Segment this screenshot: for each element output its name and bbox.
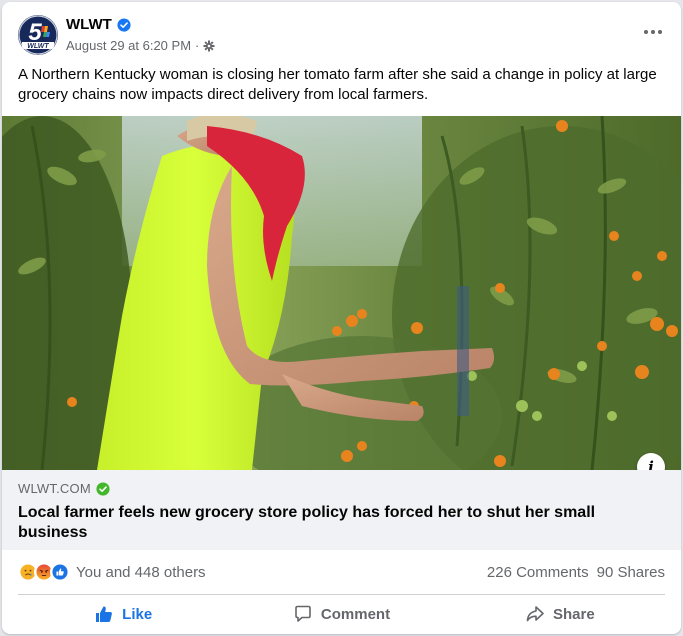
audience-gear-icon[interactable]: [203, 40, 215, 52]
verified-badge-icon: [117, 17, 131, 32]
shares-count[interactable]: 90 Shares: [597, 564, 665, 581]
post-stats: You and 448 others 226 Comments 90 Share…: [2, 550, 681, 594]
link-title[interactable]: Local farmer feels new grocery store pol…: [18, 503, 618, 543]
comment-button[interactable]: Comment: [232, 596, 450, 632]
thumbs-up-icon: [96, 606, 113, 622]
article-image[interactable]: [2, 116, 681, 470]
link-preview[interactable]: WLWT.COM Local farmer feels new grocery …: [2, 470, 681, 550]
share-label: Share: [552, 605, 595, 623]
comment-label: Comment: [320, 605, 391, 623]
page-name[interactable]: WLWT: [66, 16, 131, 33]
like-icon: [50, 562, 70, 582]
farmer-photo: [2, 116, 681, 470]
reaction-text[interactable]: You and 448 others: [76, 564, 206, 581]
post-meta: August 29 at 6:20 PM ·: [66, 38, 215, 53]
page-avatar[interactable]: 5 WLWT: [18, 15, 58, 55]
svg-text:WLWT: WLWT: [27, 43, 49, 50]
reaction-summary[interactable]: You and 448 others: [18, 562, 206, 582]
link-domain-text: WLWT.COM: [18, 481, 91, 496]
like-label: Like: [122, 605, 153, 623]
divider: [18, 594, 665, 595]
engagement-counts: 226 Comments 90 Shares: [487, 564, 665, 581]
domain-verified-icon: [96, 481, 110, 496]
link-domain: WLWT.COM: [18, 481, 110, 496]
comment-icon: [295, 605, 311, 622]
post-timestamp[interactable]: August 29 at 6:20 PM: [66, 38, 191, 53]
post-card: 5 WLWT WLWT August 29 at 6:20 PM · A Nor…: [2, 2, 681, 634]
action-bar: Like Comment Share: [14, 596, 669, 632]
like-button[interactable]: Like: [14, 596, 232, 632]
page-name-text[interactable]: WLWT: [66, 16, 112, 33]
post-caption: A Northern Kentucky woman is closing her…: [18, 66, 657, 103]
more-options-icon[interactable]: [639, 22, 667, 42]
meta-separator: ·: [195, 38, 200, 53]
post-header: 5 WLWT WLWT August 29 at 6:20 PM ·: [2, 2, 681, 64]
wlwt-logo: 5 WLWT: [18, 15, 58, 55]
svg-text:5: 5: [28, 19, 42, 46]
comments-count[interactable]: 226 Comments: [487, 564, 589, 581]
share-icon: [526, 606, 544, 622]
share-button[interactable]: Share: [451, 596, 669, 632]
